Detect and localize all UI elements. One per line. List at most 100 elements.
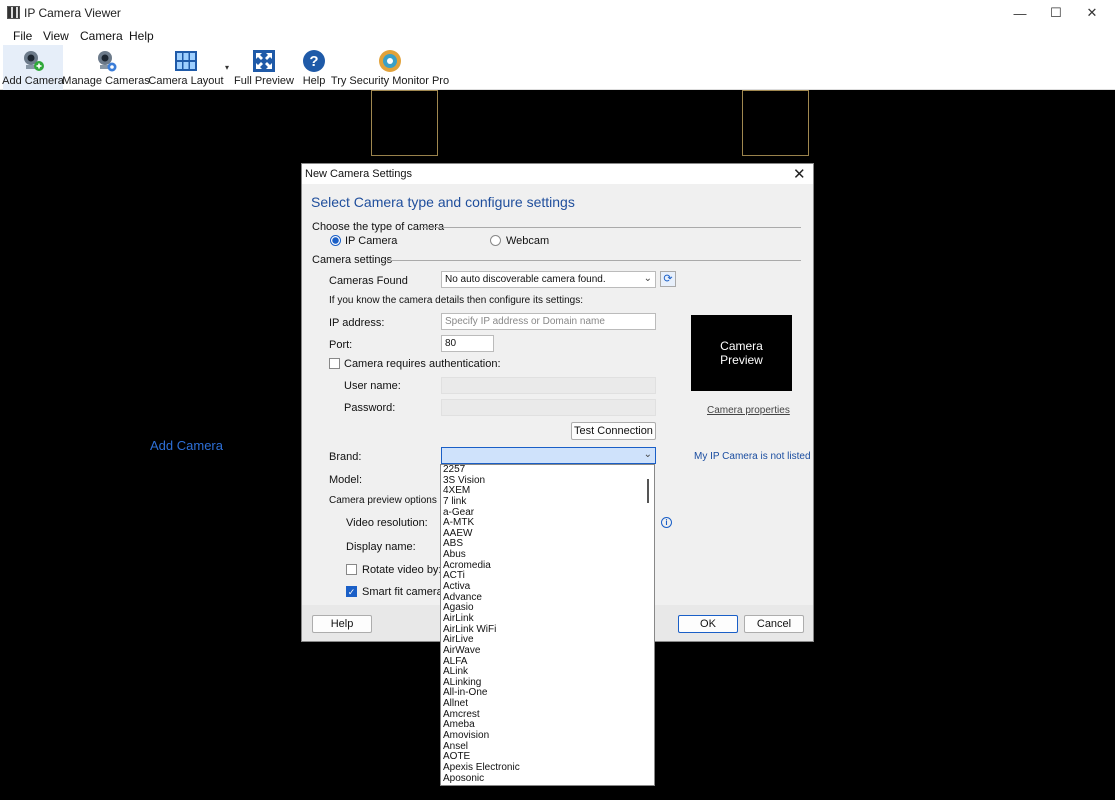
brand-list-item[interactable]: Amovision <box>441 730 654 742</box>
security-monitor-pro-icon <box>379 50 401 72</box>
port-label: Port: <box>329 339 353 351</box>
brand-list-item[interactable]: 3S Vision <box>441 475 654 487</box>
dialog-help-button[interactable]: Help <box>312 615 372 633</box>
divider <box>382 260 801 261</box>
chevron-down-icon: ⌄ <box>643 449 652 460</box>
brand-list-item[interactable]: ABS <box>441 539 654 550</box>
rotate-video-label: Rotate video by: <box>362 564 442 576</box>
full-preview-button[interactable]: Full Preview <box>234 45 294 90</box>
divider <box>422 227 801 228</box>
brand-list-items: 2257 3S Vision 4XEM 7 link a-Gear A-MTK AAEW AB… <box>441 465 654 784</box>
add-camera-button[interactable]: Add Camera <box>2 45 64 90</box>
dialog-close-button[interactable]: ✕ <box>793 165 806 183</box>
port-value: 80 <box>445 338 457 349</box>
toolbar: Add Camera Manage Cameras Camera Layout … <box>0 45 1115 90</box>
dialog-title-bar: New Camera Settings ✕ <box>302 164 813 184</box>
dialog-heading: Select Camera type and configure setting… <box>311 194 575 210</box>
cameras-found-label: Cameras Found <box>329 275 408 287</box>
refresh-icon: ⟳ <box>663 273 673 285</box>
camera-slot[interactable] <box>742 90 809 156</box>
video-resolution-label: Video resolution: <box>346 517 428 529</box>
menu-camera[interactable]: Camera <box>80 29 123 43</box>
menu-bar: File View Camera Help <box>0 26 1115 45</box>
webcam-label: Webcam <box>506 235 550 247</box>
menu-view[interactable]: View <box>43 29 69 43</box>
add-camera-label: Add Camera <box>2 75 64 87</box>
brand-select[interactable]: ⌄ <box>441 447 656 464</box>
cameras-found-value: No auto discoverable camera found. <box>445 274 606 285</box>
ok-button[interactable]: OK <box>678 615 738 633</box>
brand-list-scrollbar[interactable] <box>647 479 649 503</box>
dialog-title: New Camera Settings <box>305 168 412 180</box>
brand-list-item[interactable]: AirWave <box>441 645 654 657</box>
display-name-label: Display name: <box>346 541 416 553</box>
title-bar: IP Camera Viewer — ☐ ✕ <box>0 0 1115 26</box>
fullscreen-icon <box>253 50 275 72</box>
preview-text-line1: Camera <box>720 339 763 353</box>
brand-list-item[interactable]: Ansel <box>441 741 654 753</box>
ip-camera-radio[interactable] <box>330 235 341 246</box>
ip-address-label: IP address: <box>329 317 385 329</box>
menu-file[interactable]: File <box>13 29 32 43</box>
add-camera-icon <box>24 51 44 71</box>
manage-cameras-icon <box>98 51 117 72</box>
ip-address-input[interactable]: Specify IP address or Domain name <box>441 313 656 330</box>
brand-list-item[interactable]: Apexis Electronic <box>441 762 654 774</box>
brand-list-item[interactable]: All-in-One <box>441 688 654 699</box>
help-button[interactable]: ? Help <box>299 45 329 90</box>
password-input[interactable] <box>441 399 656 416</box>
camera-slot[interactable] <box>371 90 438 156</box>
add-camera-link[interactable]: Add Camera <box>150 438 223 453</box>
ip-address-placeholder: Specify IP address or Domain name <box>445 316 605 327</box>
auth-checkbox[interactable] <box>329 358 340 369</box>
camera-preview-box: Camera Preview <box>691 315 792 391</box>
model-label: Model: <box>329 474 363 486</box>
info-icon[interactable]: i <box>661 517 672 528</box>
brand-list-item[interactable]: Aposonic <box>441 773 654 785</box>
layout-grid-icon <box>175 51 197 71</box>
preview-text-line2: Preview <box>720 353 763 367</box>
brand-list-item[interactable]: Acromedia <box>441 560 654 572</box>
camera-layout-button[interactable]: Camera Layout <box>148 45 224 90</box>
username-input[interactable] <box>441 377 656 394</box>
not-listed-link[interactable]: My IP Camera is not listed <box>694 451 811 462</box>
try-pro-button[interactable]: Try Security Monitor Pro <box>331 45 449 90</box>
auth-label: Camera requires authentication: <box>344 358 501 370</box>
brand-list-item[interactable]: ACTi <box>441 571 654 582</box>
svg-text:?: ? <box>309 53 318 70</box>
brand-list-item[interactable]: 7 link <box>441 496 654 508</box>
brand-list-item[interactable]: ALFA <box>441 656 654 668</box>
brand-dropdown-list[interactable]: 2257 3S Vision 4XEM 7 link a-Gear A-MTK AAEW AB… <box>440 464 655 786</box>
manage-cameras-button[interactable]: Manage Cameras <box>62 45 150 90</box>
layout-dropdown-arrow-icon[interactable]: ▾ <box>225 63 229 72</box>
try-pro-label: Try Security Monitor Pro <box>330 75 450 87</box>
cameras-found-select[interactable]: No auto discoverable camera found. ⌄ <box>441 271 656 288</box>
rotate-video-checkbox[interactable] <box>346 564 357 575</box>
username-label: User name: <box>344 380 401 392</box>
camera-properties-link[interactable]: Camera properties <box>707 405 790 416</box>
camera-settings-group-label: Camera settings <box>312 254 393 266</box>
close-window-button[interactable]: ✕ <box>1069 0 1115 26</box>
brand-list-item[interactable]: AAEW <box>441 528 654 540</box>
password-label: Password: <box>344 402 396 414</box>
app-icon <box>7 6 20 19</box>
brand-list-item[interactable]: AirLink <box>441 613 654 625</box>
manage-cameras-label: Manage Cameras <box>62 75 150 87</box>
full-preview-label: Full Preview <box>234 75 294 87</box>
menu-help[interactable]: Help <box>129 29 154 43</box>
refresh-cameras-button[interactable]: ⟳ <box>660 271 676 287</box>
cancel-button[interactable]: Cancel <box>744 615 804 633</box>
ip-camera-label: IP Camera <box>345 235 398 247</box>
camera-layout-label: Camera Layout <box>148 75 224 87</box>
brand-label: Brand: <box>329 451 362 463</box>
test-connection-button[interactable]: Test Connection <box>571 422 656 440</box>
help-label: Help <box>302 75 326 87</box>
port-input[interactable]: 80 <box>441 335 494 352</box>
smart-fit-checkbox[interactable]: ✓ <box>346 586 357 597</box>
details-hint: If you know the camera details then conf… <box>329 295 584 306</box>
chevron-down-icon: ⌄ <box>643 273 652 284</box>
brand-list-item[interactable]: A-MTK <box>441 518 654 529</box>
help-icon: ? <box>303 50 325 72</box>
webcam-radio[interactable] <box>490 235 501 246</box>
brand-list-item[interactable]: 4XEM <box>441 486 654 497</box>
